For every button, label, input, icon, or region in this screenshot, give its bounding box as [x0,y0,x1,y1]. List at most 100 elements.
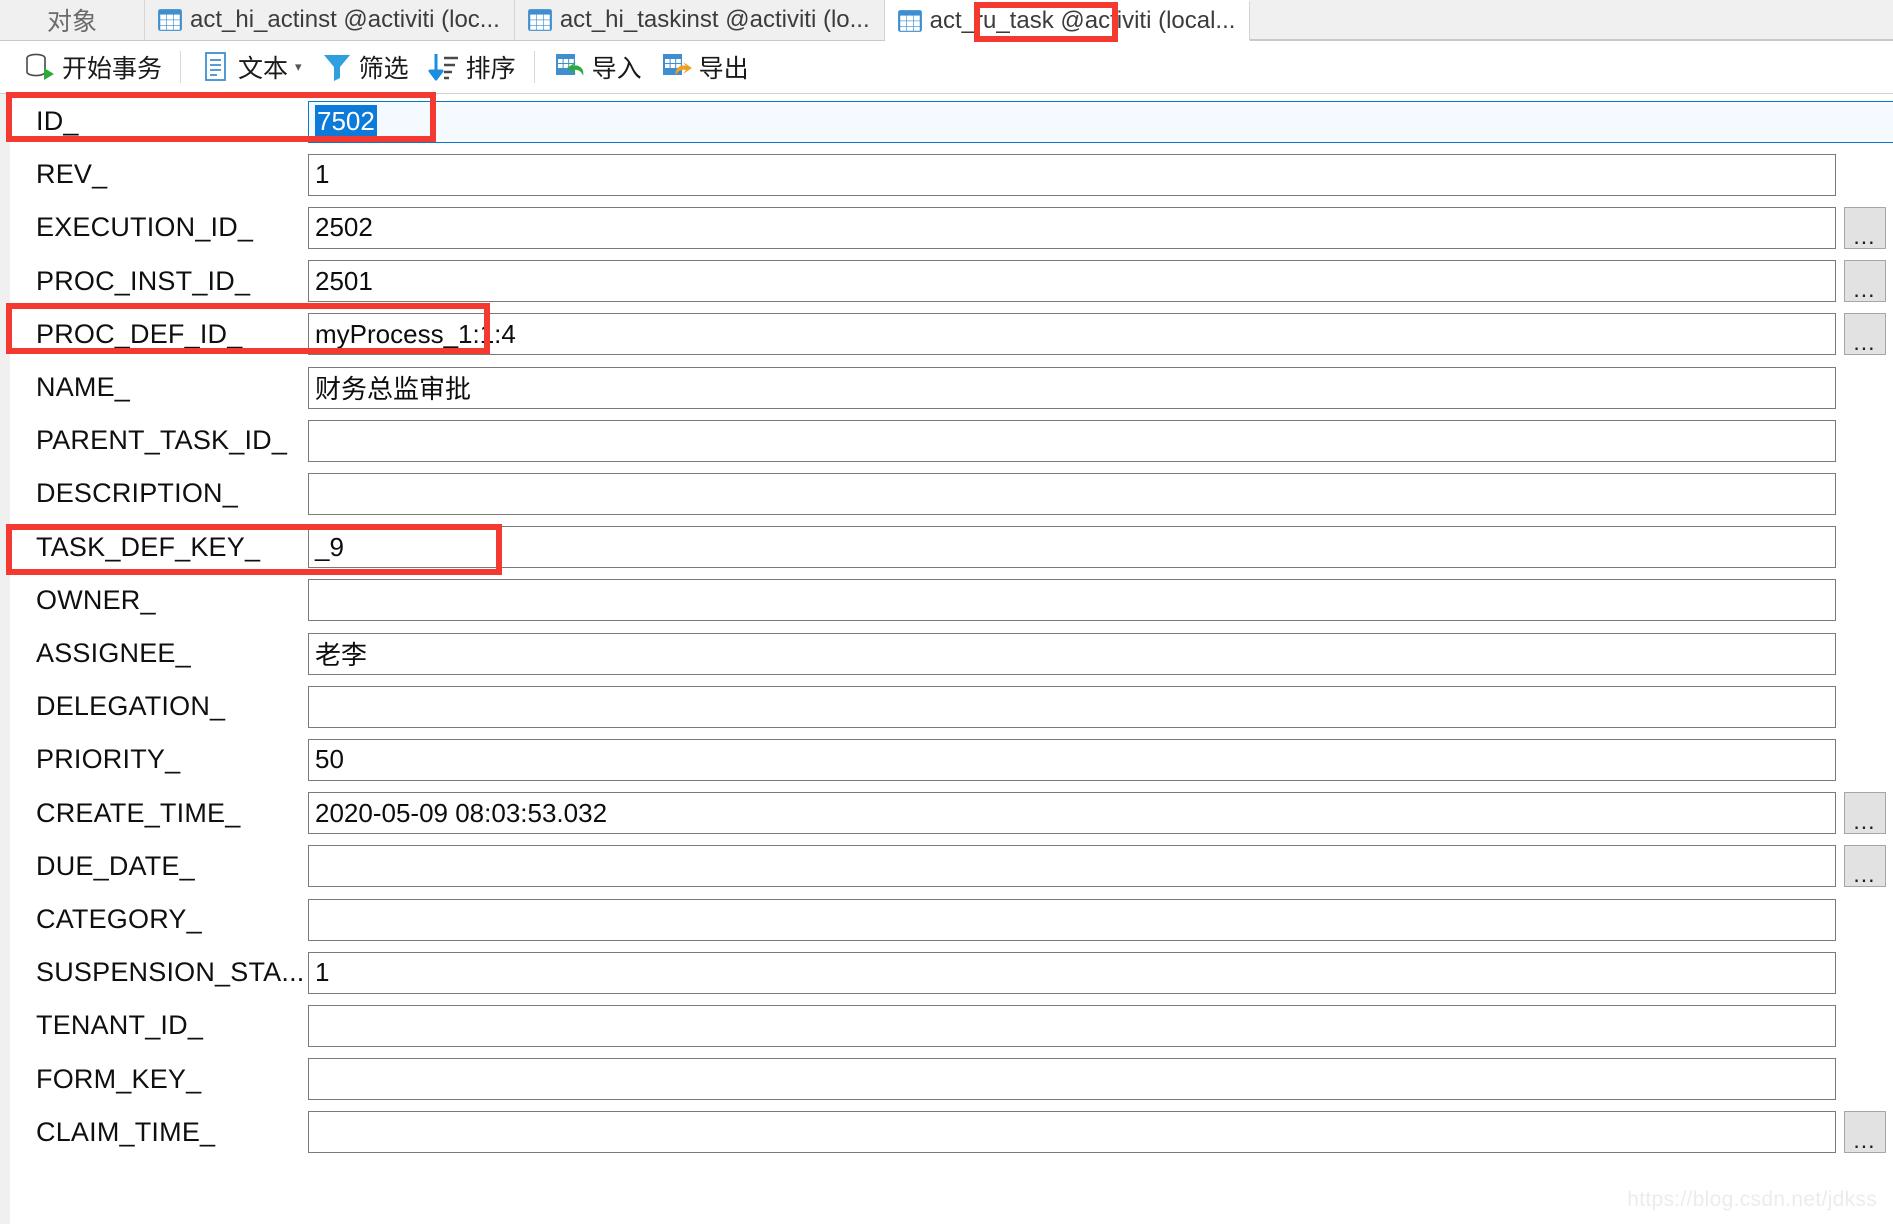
field-label: PROC_DEF_ID_ [36,318,243,349]
field-ellipsis-slot: ... [1836,260,1893,303]
field-value: 7502 [315,104,377,139]
tab-act-hi-taskinst[interactable]: act_hi_taskinst @activiti (lo... [514,0,885,40]
form-row-parenttaskid: PARENT_TASK_ID_ [10,414,1893,467]
field-input[interactable]: 1 [308,153,1836,196]
field-input[interactable]: 财务总监审批 [308,366,1836,409]
field-input[interactable] [308,685,1836,728]
field-input[interactable]: 2020-05-09 08:03:53.032 [308,792,1836,835]
form-row-duedate: DUE_DATE_ ... [10,840,1893,893]
form-row-owner: OWNER_ [10,574,1893,627]
form-row-description: DESCRIPTION_ [10,467,1893,520]
field-input[interactable] [308,898,1836,941]
field-input[interactable] [308,1004,1836,1047]
toolbar-button-filter[interactable]: 筛选 [311,45,418,89]
field-container: 1 [308,148,1893,201]
ellipsis-button[interactable]: ... [1843,792,1886,835]
field-label: DELEGATION_ [36,691,226,722]
ellipsis-button[interactable]: ... [1843,1111,1886,1154]
field-container [308,574,1893,627]
field-input[interactable]: myProcess_1:1:4 [308,313,1836,356]
field-container: _9 [308,521,1893,574]
field-value: 2501 [315,265,373,296]
field-container: ... [308,1106,1893,1159]
form-row-claimtime: CLAIM_TIME_ ... [10,1106,1893,1159]
field-input[interactable] [308,1111,1836,1154]
field-container: 2020-05-09 08:03:53.032 ... [308,787,1893,840]
toolbar-separator [533,51,535,83]
tab-label: act_hi_actinst @activiti (loc... [190,6,500,33]
toolbar-button-sort[interactable]: 排序 [418,45,525,89]
field-value: 2502 [315,212,373,243]
form-row-name: NAME_ 财务总监审批 [10,361,1893,414]
ellipsis-button[interactable]: ... [1843,206,1886,249]
tab-label: act_hi_taskinst @activiti (lo... [559,6,870,33]
field-input[interactable]: 50 [308,738,1836,781]
toolbar-button-label: 开始事务 [62,55,163,83]
field-label: FORM_KEY_ [36,1063,202,1094]
field-input[interactable]: 老李 [308,632,1836,675]
field-ellipsis-slot: ... [1836,792,1893,835]
form-row-procinstid: PROC_INST_ID_ 2501 ... [10,255,1893,308]
field-input[interactable] [308,1058,1836,1101]
field-label: DUE_DATE_ [36,850,195,881]
ellipsis-button[interactable]: ... [1843,260,1886,303]
import-icon [555,54,583,76]
field-label: CATEGORY_ [36,904,202,934]
toolbar-button-export[interactable]: 导出 [651,45,758,89]
field-input[interactable] [308,419,1836,462]
field-input[interactable] [308,472,1836,515]
table-grid-icon [527,9,552,31]
toolbar-button-import[interactable]: 导入 [544,45,651,89]
ellipsis-button[interactable]: ... [1843,313,1886,356]
field-input[interactable]: 2501 [308,260,1836,303]
field-label: ID_ [36,106,79,136]
objects-panel-label: 对象 [0,0,145,40]
sort-icon [428,54,458,81]
tab-label: act_ru_task @activiti (local... [929,7,1236,34]
field-label: TENANT_ID_ [36,1010,204,1041]
field-label: SUSPENSION_STA... [36,957,305,988]
ellipsis-button[interactable]: ... [1843,845,1886,888]
field-input[interactable]: _9 [308,526,1836,569]
field-label: EXECUTION_ID_ [36,212,254,243]
form-row-procdefid: PROC_DEF_ID_ myProcess_1:1:4 ... [10,308,1893,361]
form-row-formkey: FORM_KEY_ [10,1053,1893,1106]
field-input[interactable]: 7502 [308,100,1893,143]
form-row-id: ID_ 7502 [10,95,1893,148]
table-grid-icon [897,10,922,32]
form-row-assignee: ASSIGNEE_ 老李 [10,627,1893,680]
form-row-taskdefkey: TASK_DEF_KEY_ _9 [10,521,1893,574]
field-label: PARENT_TASK_ID_ [36,425,288,456]
toolbar-button-text[interactable]: 文本 ▾ [190,45,311,89]
field-input[interactable]: 1 [308,951,1836,994]
tab-act-hi-actinst[interactable]: act_hi_actinst @activiti (loc... [145,0,515,40]
field-ellipsis-slot: ... [1836,845,1893,888]
tab-act-ru-task[interactable]: act_ru_task @activiti (local... [884,0,1251,41]
field-container [308,680,1893,733]
chevron-down-icon[interactable]: ▾ [295,59,302,75]
toolbar-button-label: 筛选 [358,55,409,83]
field-label: DESCRIPTION_ [36,478,238,509]
field-label: CREATE_TIME_ [36,797,241,828]
field-label: OWNER_ [36,584,156,615]
toolbar-button-begin-transaction[interactable]: 开始事务 [14,45,171,89]
field-container: 2501 ... [308,255,1893,308]
field-label: TASK_DEF_KEY_ [36,531,261,562]
field-value: 1 [315,159,330,190]
toolbar-button-label: 文本 [238,55,289,83]
form-row-suspensionsta: SUSPENSION_STA... 1 [10,946,1893,999]
field-container [308,893,1893,946]
field-container [308,1053,1893,1106]
table-grid-icon [158,9,182,31]
field-input[interactable] [308,845,1836,888]
field-value: 2020-05-09 08:03:53.032 [315,797,608,828]
form-row-priority: PRIORITY_ 50 [10,733,1893,786]
form-row-rev: REV_ 1 [10,148,1893,201]
field-input[interactable]: 2502 [308,206,1836,249]
field-input[interactable] [308,579,1836,622]
form-row-category: CATEGORY_ [10,893,1893,946]
field-value: _9 [315,531,344,562]
field-label: CLAIM_TIME_ [36,1116,216,1147]
field-container: 老李 [308,627,1893,680]
field-value: 老李 [315,640,368,670]
